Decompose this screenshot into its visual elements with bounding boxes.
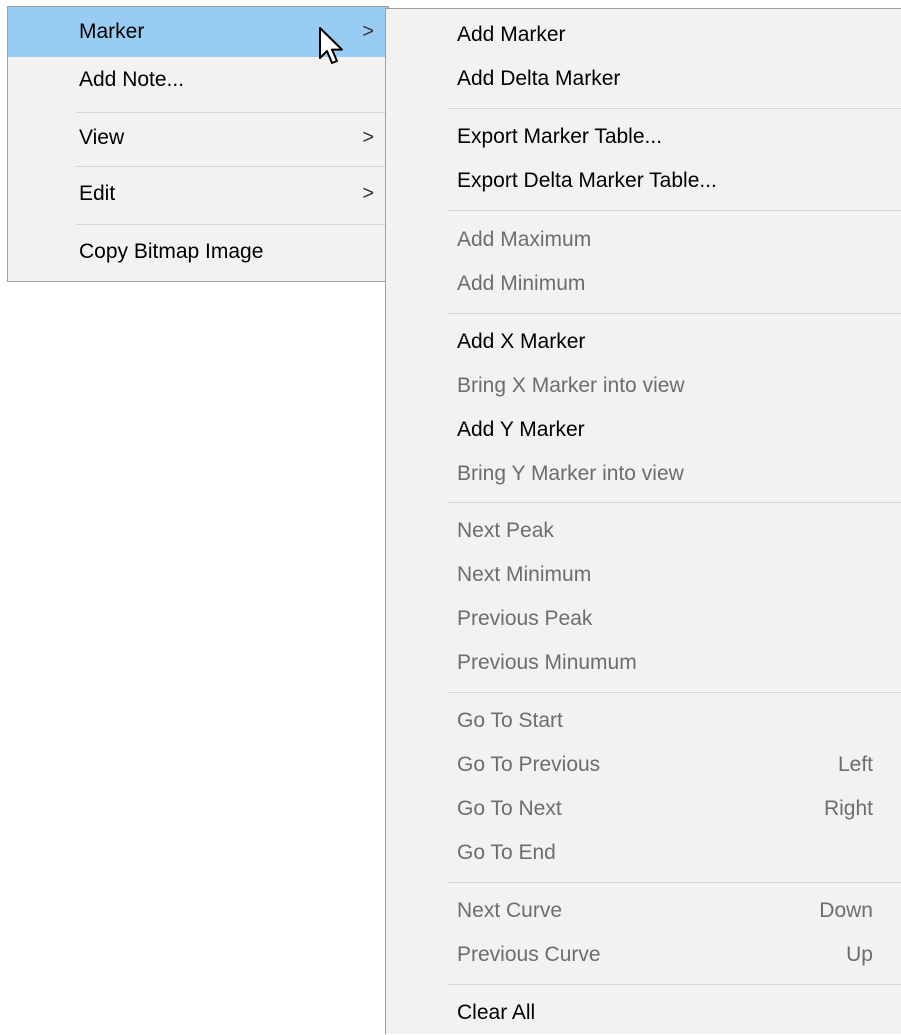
arrow-cursor-icon (319, 27, 343, 64)
menu-item-previous-peak[interactable]: Previous Peak (386, 597, 901, 641)
menu-item-label: Clear All (457, 1001, 536, 1024)
menu-separator (448, 108, 901, 109)
menu-item-next-peak[interactable]: Next Peak (386, 509, 901, 553)
menu-item-label: Go To Next (457, 797, 562, 820)
menu-item-previous-curve[interactable]: Previous Curve Up (386, 933, 901, 977)
menu-separator (448, 882, 901, 883)
menu-item-edit[interactable]: Edit > (8, 171, 388, 217)
menu-item-label: Previous Curve (457, 943, 601, 966)
menu-item-label: Bring X Marker into view (457, 374, 685, 397)
menu-item-view[interactable]: View > (8, 115, 388, 161)
menu-item-label: Export Delta Marker Table... (457, 169, 717, 192)
menu-separator (448, 984, 901, 985)
menu-item-label: Previous Minumum (457, 651, 637, 674)
menu-item-label: Marker (79, 20, 145, 43)
menu-item-label: Next Peak (457, 519, 554, 542)
menu-item-add-delta-marker[interactable]: Add Delta Marker (386, 57, 901, 101)
menu-separator (448, 692, 901, 693)
menu-item-go-to-next[interactable]: Go To Next Right (386, 787, 901, 831)
menu-item-label: Next Curve (457, 899, 563, 922)
menu-separator (76, 166, 386, 167)
shortcut-label: Left (837, 753, 873, 776)
menu-item-go-to-end[interactable]: Go To End (386, 831, 901, 875)
menu-separator (76, 112, 386, 113)
menu-separator (448, 313, 901, 314)
menu-item-label: Export Marker Table... (457, 125, 663, 148)
menu-separator (448, 210, 901, 211)
marker-submenu: Add Marker Add Delta Marker Export Marke… (385, 8, 901, 1034)
menu-item-label: Bring Y Marker into view (457, 462, 684, 485)
menu-item-next-curve[interactable]: Next Curve Down (386, 889, 901, 933)
menu-item-go-to-previous[interactable]: Go To Previous Left (386, 743, 901, 787)
menu-separator (448, 502, 901, 503)
menu-item-label: Next Minimum (457, 563, 592, 586)
menu-item-label: Previous Peak (457, 607, 593, 630)
menu-item-label: Go To End (457, 841, 556, 864)
menu-item-label: Add X Marker (457, 330, 586, 353)
menu-item-label: Edit (79, 182, 116, 205)
menu-item-label: Add Y Marker (457, 418, 585, 441)
menu-item-label: Add Maximum (457, 228, 592, 251)
menu-item-add-minimum[interactable]: Add Minimum (386, 262, 901, 306)
menu-item-label: Copy Bitmap Image (79, 240, 264, 263)
shortcut-label: Down (819, 899, 873, 922)
menu-item-label: Go To Previous (457, 753, 601, 776)
menu-item-add-marker[interactable]: Add Marker (386, 13, 901, 57)
menu-item-bring-x-marker-into-view[interactable]: Bring X Marker into view (386, 364, 901, 408)
menu-item-clear-all[interactable]: Clear All (386, 991, 901, 1035)
menu-item-label: Add Delta Marker (457, 67, 621, 90)
chevron-right-icon: > (362, 126, 374, 149)
menu-item-add-x-marker[interactable]: Add X Marker (386, 320, 901, 364)
menu-item-previous-minimum[interactable]: Previous Minumum (386, 641, 901, 685)
menu-item-copy-bitmap-image[interactable]: Copy Bitmap Image (8, 229, 388, 275)
menu-item-label: Add Marker (457, 23, 566, 46)
chevron-right-icon: > (362, 20, 374, 43)
menu-item-next-minimum[interactable]: Next Minimum (386, 553, 901, 597)
menu-item-label: Add Minimum (457, 272, 586, 295)
shortcut-label: Right (823, 797, 873, 820)
menu-item-label: View (79, 126, 125, 149)
chevron-right-icon: > (362, 182, 374, 205)
menu-item-export-delta-marker-table[interactable]: Export Delta Marker Table... (386, 159, 901, 203)
menu-item-go-to-start[interactable]: Go To Start (386, 699, 901, 743)
shortcut-label: Up (846, 943, 873, 966)
menu-item-add-maximum[interactable]: Add Maximum (386, 218, 901, 262)
menu-item-label: Go To Start (457, 709, 563, 732)
menu-item-label: Add Note... (79, 68, 185, 91)
menu-item-export-marker-table[interactable]: Export Marker Table... (386, 115, 901, 159)
menu-separator (76, 224, 386, 225)
menu-item-add-y-marker[interactable]: Add Y Marker (386, 408, 901, 452)
menu-item-bring-y-marker-into-view[interactable]: Bring Y Marker into view (386, 452, 901, 496)
